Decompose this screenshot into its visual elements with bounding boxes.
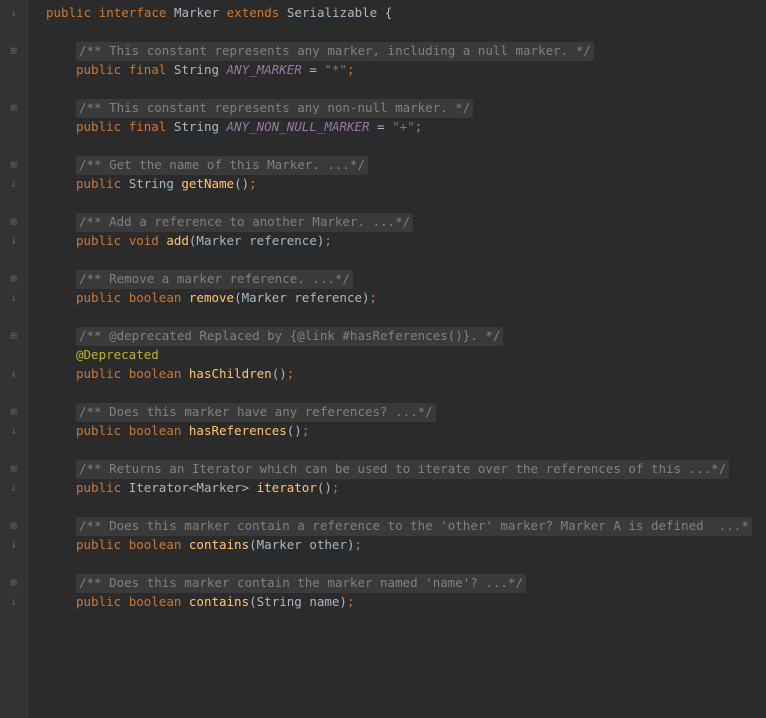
doc-comment: /** Returns an Iterator which can be use…	[76, 460, 729, 479]
doc-comment: /** Remove a marker reference. ...*/	[76, 270, 353, 289]
code-editor: ↓ ⊞ ⊞ ⊞ ↓ ⊞ ↓ ⊞ ↓ ⊞ ↓ ⊞ ↓ ⊞ ↓ ⊞ ↓ ⊞ ↓ public interface Mar…	[0, 0, 766, 718]
implements-icon[interactable]: ↓	[10, 594, 17, 611]
blank-line[interactable]	[46, 251, 766, 270]
method-signature[interactable]: public String getName();	[46, 175, 766, 194]
doc-comment: /** This constant represents any marker,…	[76, 42, 594, 61]
fold-icon[interactable]: ⊞	[10, 271, 17, 288]
code-area[interactable]: public interface Marker extends Serializ…	[28, 0, 766, 718]
method-signature[interactable]: public Iterator<Marker> iterator();	[46, 479, 766, 498]
comment-line[interactable]: /** Returns an Iterator which can be use…	[46, 460, 766, 479]
fold-icon[interactable]: ⊞	[10, 328, 17, 345]
implements-icon[interactable]: ↓	[10, 366, 17, 383]
fold-icon[interactable]: ⊞	[10, 100, 17, 117]
method-signature[interactable]: public void add(Marker reference);	[46, 232, 766, 251]
method-signature[interactable]: public boolean hasChildren();	[46, 365, 766, 384]
doc-comment: /** This constant represents any non-nul…	[76, 99, 473, 118]
editor-gutter: ↓ ⊞ ⊞ ⊞ ↓ ⊞ ↓ ⊞ ↓ ⊞ ↓ ⊞ ↓ ⊞ ↓ ⊞ ↓ ⊞ ↓	[0, 0, 28, 718]
blank-line[interactable]	[46, 612, 766, 631]
comment-line[interactable]: /** This constant represents any non-nul…	[46, 99, 766, 118]
implements-icon[interactable]: ↓	[10, 480, 17, 497]
comment-line[interactable]: /** This constant represents any marker,…	[46, 42, 766, 61]
blank-line[interactable]	[46, 308, 766, 327]
comment-line[interactable]: /** Remove a marker reference. ...*/	[46, 270, 766, 289]
fold-icon[interactable]: ⊞	[10, 214, 17, 231]
blank-line[interactable]	[46, 441, 766, 460]
doc-comment: /** Does this marker have any references…	[76, 403, 436, 422]
implements-icon[interactable]: ↓	[10, 233, 17, 250]
implements-icon[interactable]: ↓	[10, 176, 17, 193]
method-signature[interactable]: public final String ANY_NON_NULL_MARKER …	[46, 118, 766, 137]
fold-icon[interactable]: ⊞	[10, 43, 17, 60]
comment-line[interactable]: /** Get the name of this Marker. ...*/	[46, 156, 766, 175]
method-signature[interactable]: public final String ANY_MARKER = "*";	[46, 61, 766, 80]
fold-icon[interactable]: ⊞	[10, 157, 17, 174]
doc-comment: /** Does this marker contain a reference…	[76, 517, 752, 536]
blank-line[interactable]	[46, 194, 766, 213]
method-signature[interactable]: public boolean contains(Marker other);	[46, 536, 766, 555]
blank-line[interactable]	[46, 384, 766, 403]
annotation-line[interactable]: @Deprecated	[46, 346, 766, 365]
comment-line[interactable]: /** Does this marker contain the marker …	[46, 574, 766, 593]
implements-icon[interactable]: ↓	[10, 290, 17, 307]
method-signature[interactable]: public boolean contains(String name);	[46, 593, 766, 612]
fold-icon[interactable]: ⊞	[10, 575, 17, 592]
doc-comment: /** Does this marker contain the marker …	[76, 574, 526, 593]
fold-icon[interactable]: ⊞	[10, 518, 17, 535]
blank-line[interactable]	[46, 23, 766, 42]
implements-icon[interactable]: ↓	[10, 5, 17, 22]
fold-icon[interactable]: ⊞	[10, 404, 17, 421]
doc-comment: /** @deprecated Replaced by {@link #hasR…	[76, 327, 503, 346]
comment-line[interactable]: /** Does this marker contain a reference…	[46, 517, 766, 536]
comment-line[interactable]: /** @deprecated Replaced by {@link #hasR…	[46, 327, 766, 346]
interface-declaration[interactable]: public interface Marker extends Serializ…	[46, 4, 766, 23]
doc-comment: /** Add a reference to another Marker. .…	[76, 213, 413, 232]
annotation: @Deprecated	[76, 346, 159, 365]
comment-line[interactable]: /** Does this marker have any references…	[46, 403, 766, 422]
blank-line[interactable]	[46, 137, 766, 156]
implements-icon[interactable]: ↓	[10, 537, 17, 554]
comment-line[interactable]: /** Add a reference to another Marker. .…	[46, 213, 766, 232]
implements-icon[interactable]: ↓	[10, 423, 17, 440]
method-signature[interactable]: public boolean hasReferences();	[46, 422, 766, 441]
blank-line[interactable]	[46, 555, 766, 574]
fold-icon[interactable]: ⊞	[10, 461, 17, 478]
blank-line[interactable]	[46, 498, 766, 517]
blank-line[interactable]	[46, 80, 766, 99]
method-signature[interactable]: public boolean remove(Marker reference);	[46, 289, 766, 308]
doc-comment: /** Get the name of this Marker. ...*/	[76, 156, 368, 175]
